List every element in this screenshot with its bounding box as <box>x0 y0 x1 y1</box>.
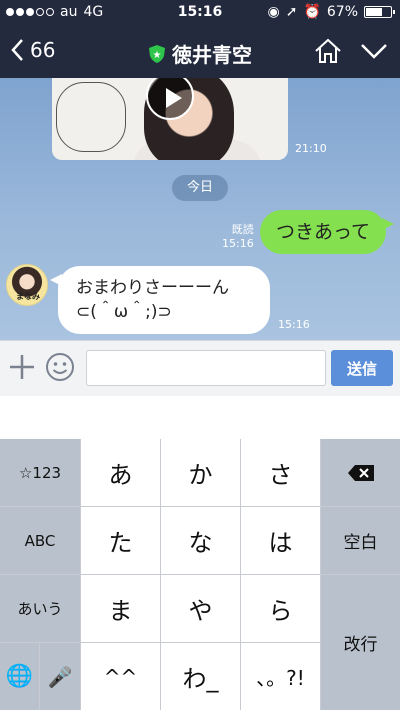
rotation-lock-icon: ◉ <box>267 4 280 20</box>
space-key[interactable]: 空白 <box>321 507 400 574</box>
microphone-icon[interactable]: 🎤 <box>40 643 80 710</box>
globe-icon[interactable]: 🌐 <box>0 643 39 710</box>
received-line-2: ⊂(＾ω＾;)⊃ <box>76 302 172 322</box>
key-abc[interactable]: ABC <box>0 507 80 574</box>
key-ma[interactable]: ま <box>81 575 160 642</box>
location-icon: ➚ <box>285 4 298 20</box>
sent-time: 15:16 <box>222 237 254 250</box>
key-sa[interactable]: さ <box>241 439 320 506</box>
chat-area[interactable]: 21:10 今日 既読 15:16 つきあって まなみ おまわりさーーーん ⊂(… <box>0 78 400 340</box>
key-emoticon[interactable]: ^^ <box>81 643 160 710</box>
key-punctuation[interactable]: 、。?! <box>241 643 320 710</box>
back-button[interactable]: 66 <box>10 38 55 62</box>
key-wa[interactable]: わ_ <box>161 643 240 710</box>
home-icon[interactable] <box>314 38 342 64</box>
avatar-text: まなみ <box>16 292 40 301</box>
read-label: 既読 <box>231 223 254 236</box>
return-key[interactable]: 改行 <box>321 575 400 710</box>
backspace-key[interactable] <box>321 439 400 506</box>
battery-icon <box>364 6 395 18</box>
whiteboard-drawing <box>56 82 126 152</box>
keyboard: ☆123 あ か さ ABC た な は 空白 あいう ま や ら 改行 🌐 🎤… <box>0 439 400 710</box>
chat-title: 徳井青空 <box>172 43 252 67</box>
received-time: 15:16 <box>278 318 310 331</box>
message-input-bar: 送信 <box>0 340 400 396</box>
date-separator: 今日 <box>172 175 228 201</box>
status-bar: au 4G 15:16 ◉ ➚ ⏰ 67% <box>0 0 400 26</box>
key-ya[interactable]: や <box>161 575 240 642</box>
chevron-down-icon[interactable] <box>360 42 388 60</box>
avatar[interactable]: まなみ <box>6 264 48 306</box>
key-ta[interactable]: た <box>81 507 160 574</box>
chat-header: 66 ★ 徳井青空 <box>0 26 400 78</box>
message-input[interactable] <box>86 350 326 386</box>
suggestion-bar <box>0 396 400 439</box>
emoji-icon[interactable] <box>44 351 76 383</box>
backspace-icon <box>347 464 374 481</box>
chevron-left-icon <box>11 39 23 61</box>
received-line-1: おまわりさーーーん <box>76 278 229 298</box>
read-receipt: 既読 15:16 <box>222 223 254 251</box>
video-thumbnail[interactable] <box>52 78 288 160</box>
key-a[interactable]: あ <box>81 439 160 506</box>
alarm-icon: ⏰ <box>303 4 321 20</box>
sent-message-bubble[interactable]: つきあって <box>260 210 394 254</box>
key-kana[interactable]: あいう <box>0 575 80 642</box>
video-timestamp: 21:10 <box>295 142 327 155</box>
official-shield-icon: ★ <box>149 44 165 63</box>
key-na[interactable]: な <box>161 507 240 574</box>
svg-text:★: ★ <box>153 50 162 61</box>
plus-icon[interactable] <box>8 353 36 381</box>
key-ka[interactable]: か <box>161 439 240 506</box>
send-button[interactable]: 送信 <box>331 350 393 386</box>
key-ha[interactable]: は <box>241 507 320 574</box>
key-ra[interactable]: ら <box>241 575 320 642</box>
back-count: 66 <box>30 38 56 62</box>
key-numbers[interactable]: ☆123 <box>0 439 80 506</box>
received-message-bubble[interactable]: おまわりさーーーん ⊂(＾ω＾;)⊃ <box>50 266 270 334</box>
battery-percent: 67% <box>326 4 358 20</box>
